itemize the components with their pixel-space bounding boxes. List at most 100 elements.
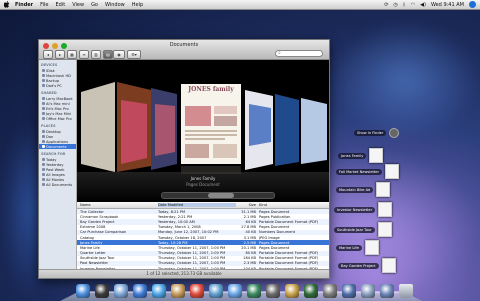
stack-item[interactable]: Bay Garden Project — [338, 258, 396, 273]
cell-size: 3.1 MB — [243, 235, 256, 240]
sidebar-section-header: SEARCH FOR — [41, 152, 66, 156]
dock — [60, 283, 422, 301]
quick-look-button[interactable]: ◉ — [113, 50, 125, 59]
table-row[interactable]: Jones Family Today, 10:28 PM 2.5 MB Pages D… — [77, 240, 329, 246]
stack-item[interactable]: Marine Life — [336, 240, 379, 255]
table-row[interactable]: Pool Newsletter Thursday, October 11, 200… — [77, 260, 329, 267]
cell-date: Monday, June 12, 2007, 10:02 PM — [158, 230, 219, 235]
time-machine-menu-icon[interactable]: ◷ — [393, 2, 397, 8]
sidebar-item-label: All Movies — [46, 177, 65, 182]
imovie-icon[interactable] — [266, 284, 280, 298]
documents-stack-icon[interactable] — [361, 284, 375, 298]
preview-icon[interactable] — [209, 284, 223, 298]
safari-icon[interactable] — [133, 284, 147, 298]
sidebar-item-dads-pc[interactable]: Dad's PC — [39, 83, 76, 88]
title-bar[interactable]: Documents ◂ ▸ ▦ ≡ ▥ ▤ ◉ ⚙▾ — [39, 40, 329, 60]
table-row[interactable]: The Collector Today, 8:21 PM 31.1 MB Pages … — [77, 209, 329, 215]
itunes-icon[interactable] — [228, 284, 242, 298]
cell-date: Yesterday, 2:21 PM — [158, 214, 193, 219]
menu-window[interactable]: Window — [105, 2, 125, 8]
column-header-name[interactable]: Name — [77, 203, 158, 207]
trash-icon[interactable] — [399, 284, 413, 298]
volume-icon[interactable]: ◀) — [420, 2, 426, 8]
action-gear-button[interactable]: ⚙▾ — [127, 50, 141, 59]
sync-icon[interactable]: ⟳ — [384, 2, 388, 8]
stack-item[interactable]: Jones Family — [338, 148, 384, 163]
sidebar-item-shared[interactable]: Office Mac Pro — [39, 116, 76, 121]
cell-size: 20.1 MB — [241, 245, 256, 250]
stack-label: Jones Family — [338, 152, 367, 159]
cell-kind: Portable Document Format (PDF) — [259, 256, 319, 261]
nav-buttons: ◂ ▸ — [43, 50, 65, 59]
ical-icon[interactable] — [190, 284, 204, 298]
file-list: Name Date Modified Size Kind The Collect… — [77, 202, 329, 270]
column-header-kind[interactable]: Kind — [259, 203, 329, 207]
table-row[interactable]: Marine Life Thursday, October 11, 2007, 1… — [77, 245, 329, 250]
column-header-size[interactable]: Size — [236, 203, 259, 207]
finder-window: Documents ◂ ▸ ▦ ≡ ▥ ▤ ◉ ⚙▾ DEVICES iDisk… — [38, 39, 330, 279]
garageband-icon[interactable] — [285, 284, 299, 298]
menu-help[interactable]: Help — [132, 2, 143, 8]
cell-kind: Pages Publication — [259, 214, 291, 219]
sidebar-item-label: Desktop — [46, 129, 61, 134]
mail-icon[interactable] — [114, 284, 128, 298]
menu-edit[interactable]: Edit — [56, 2, 66, 8]
sidebar-item-documents[interactable]: Documents — [39, 144, 76, 149]
stack-show-in-finder[interactable]: Show in Finder — [354, 128, 400, 138]
computer-icon — [42, 102, 45, 105]
cell-name: Pool Newsletter — [80, 261, 109, 266]
cell-size: 2.1 MB — [243, 214, 256, 219]
list-rows: The Collector Today, 8:21 PM 31.1 MB Pages … — [77, 209, 329, 270]
menu-view[interactable]: View — [72, 2, 84, 8]
stack-item[interactable]: Mountain Bike Ad — [336, 182, 391, 197]
sidebar-item-search[interactable]: All Documents — [39, 182, 76, 187]
table-row[interactable]: Southside Jazz Tour Thursday, October 11,… — [77, 256, 329, 261]
document-thumbnail — [377, 222, 392, 237]
iphoto-icon[interactable] — [247, 284, 261, 298]
stack-item[interactable]: Investor Newsletter — [334, 202, 393, 217]
menu-app-name[interactable]: Finder — [15, 2, 33, 8]
time-machine-icon[interactable] — [304, 284, 318, 298]
table-row[interactable]: Cinnamon Scrapbook Yesterday, 2:21 PM 2.1 … — [77, 214, 329, 219]
wifi-icon[interactable]: ◠ — [411, 2, 415, 8]
finder-icon[interactable] — [76, 284, 90, 298]
apple-menu-icon[interactable] — [3, 1, 11, 8]
system-preferences-icon[interactable] — [323, 284, 337, 298]
sidebar-item-label: Documents — [46, 144, 67, 149]
cover-flow-scrollbar[interactable] — [161, 192, 275, 199]
forward-button[interactable]: ▸ — [55, 50, 65, 59]
document-thumbnail — [378, 202, 393, 217]
sidebar-item-label: Office Mac Pro — [46, 116, 72, 121]
cover-flow-view[interactable]: JONES family Jones Family Pages Document — [77, 60, 329, 202]
icon-view-button[interactable]: ▦ — [67, 50, 77, 59]
back-button[interactable]: ◂ — [43, 50, 53, 59]
downloads-stack-icon[interactable] — [380, 284, 394, 298]
sidebar-item-label: All Images — [46, 172, 65, 177]
ichat-icon[interactable] — [152, 284, 166, 298]
bluetooth-icon[interactable]: ᛒ — [403, 2, 406, 8]
table-row[interactable]: Quarter Letter Thursday, October 11, 2007… — [77, 250, 329, 256]
clock[interactable]: Wed 9:41 AM — [431, 2, 464, 8]
stack-label: Fall Market Newsletter — [336, 168, 383, 175]
stack-label: Mountain Bike Ad — [336, 186, 374, 193]
cover-flow-view-button[interactable]: ▤ — [103, 50, 113, 59]
scrollbar-thumb[interactable] — [208, 193, 234, 198]
spotlight-icon[interactable] — [469, 1, 476, 8]
stack-item[interactable]: Fall Market Newsletter — [336, 164, 400, 179]
list-view-button[interactable]: ≡ — [79, 50, 89, 59]
table-row[interactable]: Catalog Tuesday, October 18, 2007 3.1 MB JP… — [77, 235, 329, 240]
table-row[interactable]: Extreme 2008 Tuesday, March 1, 2008 27.8 M… — [77, 225, 329, 230]
column-view-button[interactable]: ▥ — [91, 50, 101, 59]
table-row[interactable]: Car Purchase Comparison Monday, June 12, … — [77, 229, 329, 235]
stack-item[interactable]: Southside Jazz Tour — [334, 222, 392, 237]
applications-stack-icon[interactable] — [342, 284, 356, 298]
address-book-icon[interactable] — [171, 284, 185, 298]
search-input[interactable] — [275, 50, 323, 57]
dashboard-icon[interactable] — [95, 284, 109, 298]
table-row[interactable]: Bay Garden Project Yesterday, 10:00 AM 64 … — [77, 219, 329, 225]
sidebar-item-label: Dad's PC — [46, 83, 62, 88]
menu-file[interactable]: File — [40, 2, 48, 8]
column-header-date[interactable]: Date Modified — [158, 203, 236, 207]
menu-go[interactable]: Go — [91, 2, 98, 8]
view-buttons: ▦ ≡ ▥ ▤ — [67, 50, 113, 59]
